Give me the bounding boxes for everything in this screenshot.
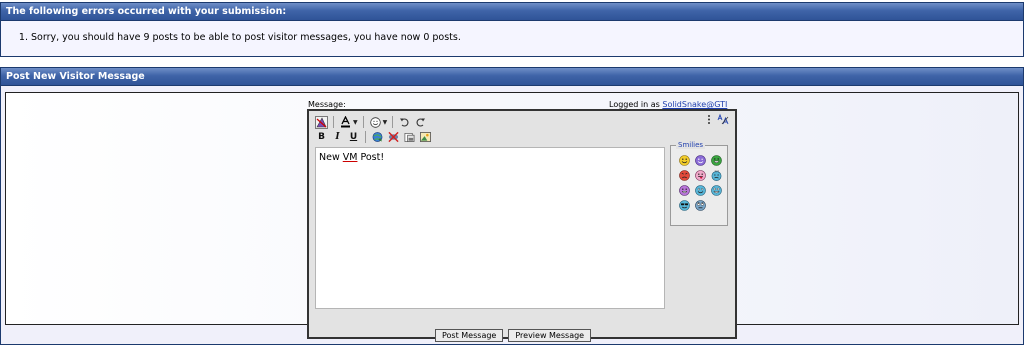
confused-icon[interactable]: ??? (711, 170, 722, 181)
grin-icon[interactable] (711, 155, 722, 166)
message-editor: ▼ ▼ B I U New VM Post! Smilies ??? (307, 109, 737, 339)
text-color-icon[interactable] (339, 116, 352, 129)
underline-button[interactable]: U (347, 131, 360, 144)
visitor-message-title: Post New Visitor Message (1, 68, 1023, 86)
mad-icon[interactable] (679, 170, 690, 181)
toolbar-separator (333, 116, 334, 128)
rolleyes-icon[interactable] (695, 200, 706, 211)
message-text-end: Post! (357, 152, 385, 163)
editor-side-tools (707, 113, 729, 128)
cool-face-icon[interactable] (695, 185, 706, 196)
message-label: Message: (308, 100, 346, 109)
error-panel: The following errors occurred with your … (0, 2, 1024, 57)
toolbar-separator (365, 131, 366, 143)
undo-icon[interactable] (398, 116, 411, 129)
editor-toolbar-top: ▼ ▼ (315, 115, 427, 129)
insert-picture-icon[interactable] (419, 131, 432, 144)
switch-editor-mode-icon[interactable] (717, 113, 729, 128)
visitor-message-form: Message: Logged in as SolidSnake@GTI ▼ ▼ (5, 92, 1019, 339)
tongue-icon[interactable] (695, 170, 706, 181)
eek-icon[interactable] (711, 185, 722, 196)
smilies-legend: Smilies (676, 141, 706, 149)
bold-button[interactable]: B (315, 131, 328, 144)
logged-in-prefix: Logged in as (609, 100, 660, 109)
remove-format-icon[interactable] (315, 115, 328, 129)
username-link[interactable]: SolidSnake@GTI (662, 100, 727, 109)
toolbar-separator (392, 116, 394, 128)
evil-icon[interactable] (679, 185, 690, 196)
message-text-start: New (319, 152, 343, 163)
smilies-box: Smilies ??? (670, 141, 728, 226)
shades-icon[interactable] (679, 200, 690, 211)
error-list: Sorry, you should have 9 posts to be abl… (1, 21, 1023, 44)
visitor-message-panel: Post New Visitor Message Message: Logged… (0, 67, 1024, 345)
insert-smilie-icon[interactable] (369, 116, 382, 129)
message-text-misspelled: VM (342, 152, 358, 163)
remove-link-icon[interactable] (387, 131, 400, 144)
chevron-down-icon[interactable]: ▼ (353, 119, 358, 126)
svg-text:???: ??? (715, 170, 720, 174)
logged-in-status: Logged in as SolidSnake@GTI (609, 100, 727, 109)
redo-icon[interactable] (414, 116, 427, 129)
error-panel-title: The following errors occurred with your … (1, 3, 1023, 21)
post-message-button[interactable]: Post Message (435, 329, 504, 342)
toolbar-separator (362, 116, 364, 128)
editor-toolbar-bottom: B I U (315, 130, 432, 144)
insert-link-icon[interactable] (371, 131, 384, 144)
form-buttons: Post Message Preview Message (435, 329, 592, 342)
smiley-grid: ??? (679, 155, 722, 211)
italic-button[interactable]: I (331, 131, 344, 144)
resize-handle-icon[interactable] (707, 114, 711, 128)
message-textarea[interactable]: New VM Post! (315, 147, 665, 309)
preview-message-button[interactable]: Preview Message (508, 329, 592, 342)
smile-icon[interactable] (679, 155, 690, 166)
chevron-down-icon[interactable]: ▼ (383, 119, 388, 126)
insert-image-icon[interactable] (403, 131, 416, 144)
wink-icon[interactable] (695, 155, 706, 166)
error-item: Sorry, you should have 9 posts to be abl… (31, 31, 1023, 44)
